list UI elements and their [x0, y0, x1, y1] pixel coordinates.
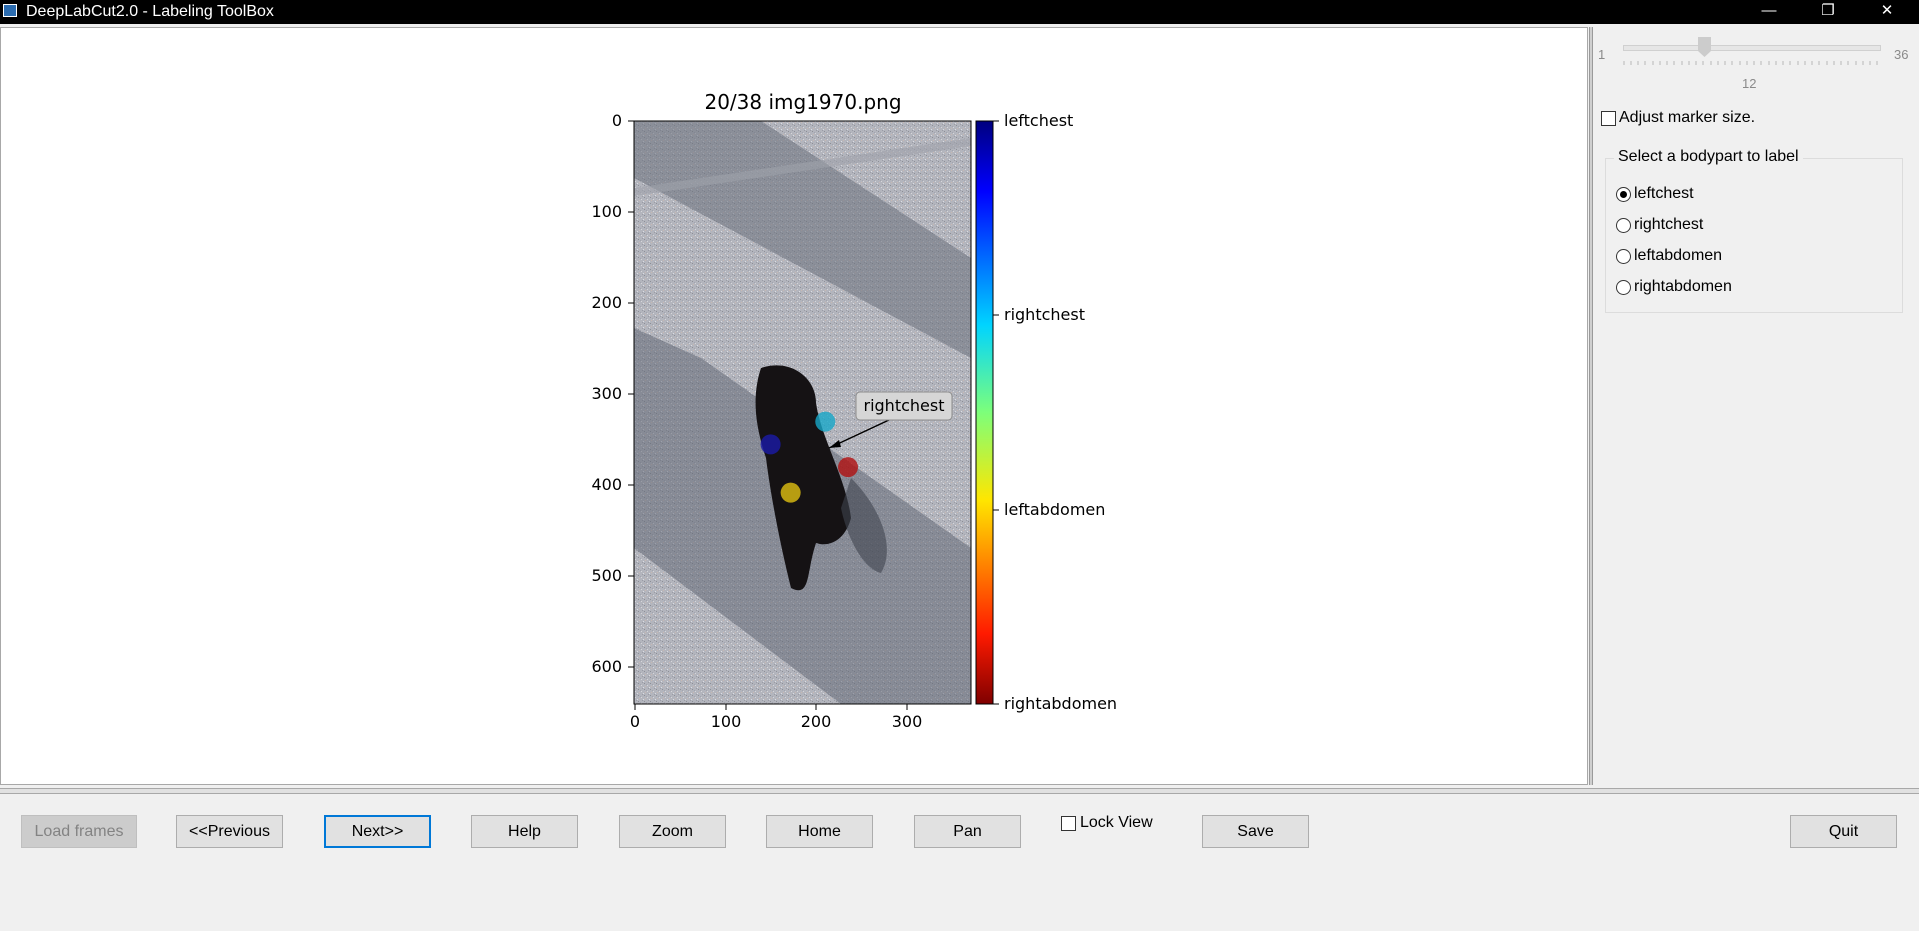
app-icon	[3, 4, 17, 17]
plot-figure[interactable]: 20/38 img1970.png 0 100 200 300 400 500 …	[1, 28, 1587, 784]
minimize-button[interactable]: —	[1746, 0, 1792, 24]
annotation-text: rightchest	[864, 396, 945, 415]
radio-label-rightchest[interactable]: rightchest	[1634, 216, 1703, 234]
colorbar-label: leftabdomen	[1004, 500, 1105, 519]
marker-size-slider-handle[interactable]	[1698, 37, 1711, 57]
x-tick-label: 100	[711, 712, 742, 731]
window-title: DeepLabCut2.0 - Labeling ToolBox	[26, 3, 274, 20]
lock-view-checkbox[interactable]	[1061, 816, 1076, 831]
y-tick-label: 200	[591, 293, 622, 312]
close-button[interactable]: ✕	[1864, 0, 1910, 24]
radio-label-rightabdomen[interactable]: rightabdomen	[1634, 278, 1732, 296]
x-tick-label: 300	[892, 712, 923, 731]
radio-leftchest[interactable]	[1616, 187, 1631, 202]
bottom-toolbar: Load frames <<Previous Next>> Help Zoom …	[0, 794, 1919, 931]
maximize-button[interactable]: ❐	[1805, 0, 1851, 24]
marker-leftabdomen[interactable]	[780, 482, 801, 503]
help-button[interactable]: Help	[471, 815, 578, 848]
radio-rightabdomen[interactable]	[1616, 280, 1631, 295]
y-tick-label: 100	[591, 202, 622, 221]
home-button[interactable]: Home	[766, 815, 873, 848]
bodypart-group-title: Select a bodypart to label	[1614, 148, 1803, 166]
colorbar-label: leftchest	[1004, 111, 1073, 130]
colorbar-labels: leftchest rightchest leftabdomen rightab…	[993, 111, 1117, 713]
x-tick-label: 200	[801, 712, 832, 731]
y-tick-label: 400	[591, 475, 622, 494]
colorbar-label: rightabdomen	[1004, 694, 1117, 713]
y-tick-label: 300	[591, 384, 622, 403]
marker-rightchest[interactable]	[815, 411, 836, 432]
plot-title: 20/38 img1970.png	[704, 90, 901, 114]
marker-rightabdomen[interactable]	[838, 457, 859, 478]
x-tick-label: 0	[630, 712, 640, 731]
x-axis: 0 100 200 300	[630, 704, 922, 731]
plot-canvas-panel: 20/38 img1970.png 0 100 200 300 400 500 …	[0, 27, 1588, 785]
marker-leftchest[interactable]	[760, 434, 781, 455]
slider-value-label: 12	[1742, 76, 1757, 91]
colorbar-label: rightchest	[1004, 305, 1085, 324]
slider-ticks	[1623, 61, 1878, 65]
lock-view-label: Lock View	[1080, 814, 1153, 831]
vertical-splitter[interactable]	[1589, 27, 1593, 785]
side-panel: 1 36 12 Adjust marker size. Select a bod…	[1594, 27, 1919, 785]
adjust-marker-label: Adjust marker size.	[1619, 109, 1756, 126]
radio-label-leftchest[interactable]: leftchest	[1634, 185, 1694, 203]
y-tick-label: 500	[591, 566, 622, 585]
previous-button[interactable]: <<Previous	[176, 815, 283, 848]
y-axis: 0 100 200 300 400 500 600	[591, 111, 634, 676]
radio-rightchest[interactable]	[1616, 218, 1631, 233]
title-bar: DeepLabCut2.0 - Labeling ToolBox — ❐ ✕	[0, 0, 1919, 24]
zoom-button[interactable]: Zoom	[619, 815, 726, 848]
y-tick-label: 0	[612, 111, 622, 130]
quit-button[interactable]: Quit	[1790, 815, 1897, 848]
save-button[interactable]: Save	[1202, 815, 1309, 848]
y-tick-label: 600	[591, 657, 622, 676]
radio-label-leftabdomen[interactable]: leftabdomen	[1634, 247, 1722, 265]
load-frames-button[interactable]: Load frames	[21, 815, 137, 848]
radio-leftabdomen[interactable]	[1616, 249, 1631, 264]
colorbar	[975, 120, 994, 705]
marker-size-slider-track[interactable]	[1623, 45, 1881, 51]
adjust-marker-checkbox[interactable]	[1601, 111, 1616, 126]
slider-max-label: 36	[1894, 47, 1909, 62]
pan-button[interactable]: Pan	[914, 815, 1021, 848]
next-button[interactable]: Next>>	[324, 815, 431, 848]
slider-min-label: 1	[1598, 47, 1606, 62]
